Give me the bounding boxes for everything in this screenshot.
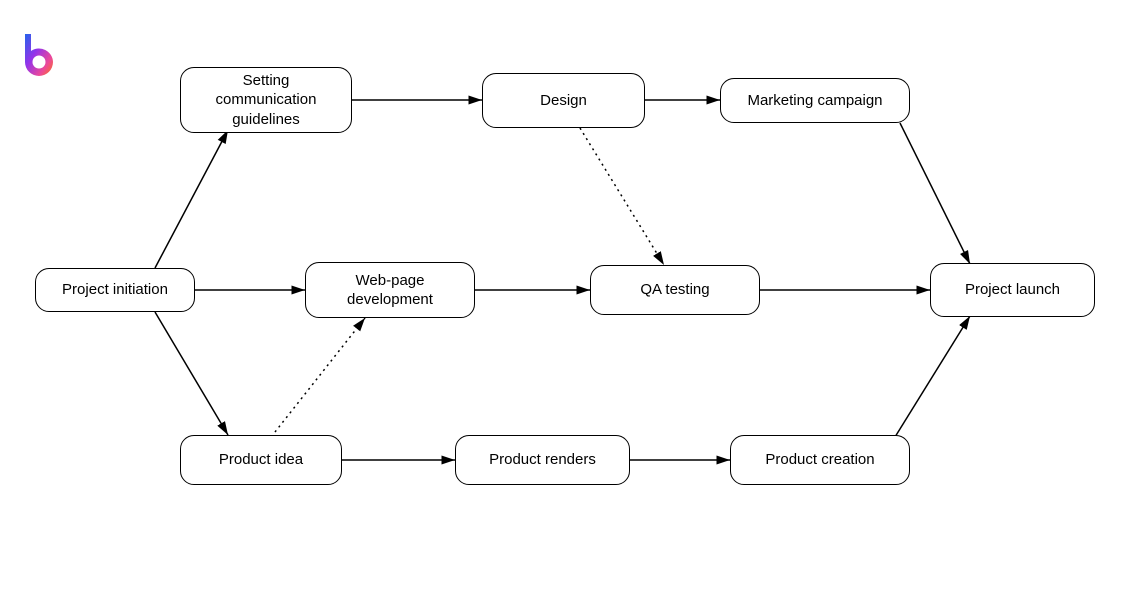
node-label: Design — [540, 91, 587, 111]
node-web-page-development: Web-pagedevelopment — [305, 262, 475, 318]
node-label: Marketing campaign — [747, 91, 882, 111]
node-project-initiation: Project initiation — [35, 268, 195, 312]
node-qa-testing: QA testing — [590, 265, 760, 315]
node-label: QA testing — [640, 280, 709, 300]
node-design: Design — [482, 73, 645, 128]
flowchart-diagram: Project initiation Settingcommunicationg… — [0, 0, 1129, 600]
node-label: Settingcommunicationguidelines — [216, 71, 317, 130]
node-label: Project initiation — [62, 280, 168, 300]
node-label: Product idea — [219, 450, 303, 470]
node-marketing-campaign: Marketing campaign — [720, 78, 910, 123]
node-label: Product creation — [765, 450, 874, 470]
node-label: Web-pagedevelopment — [347, 271, 433, 310]
node-label: Product renders — [489, 450, 596, 470]
node-product-renders: Product renders — [455, 435, 630, 485]
node-product-creation: Product creation — [730, 435, 910, 485]
node-project-launch: Project launch — [930, 263, 1095, 317]
node-label: Project launch — [965, 280, 1060, 300]
node-product-idea: Product idea — [180, 435, 342, 485]
node-setting-communication-guidelines: Settingcommunicationguidelines — [180, 67, 352, 133]
